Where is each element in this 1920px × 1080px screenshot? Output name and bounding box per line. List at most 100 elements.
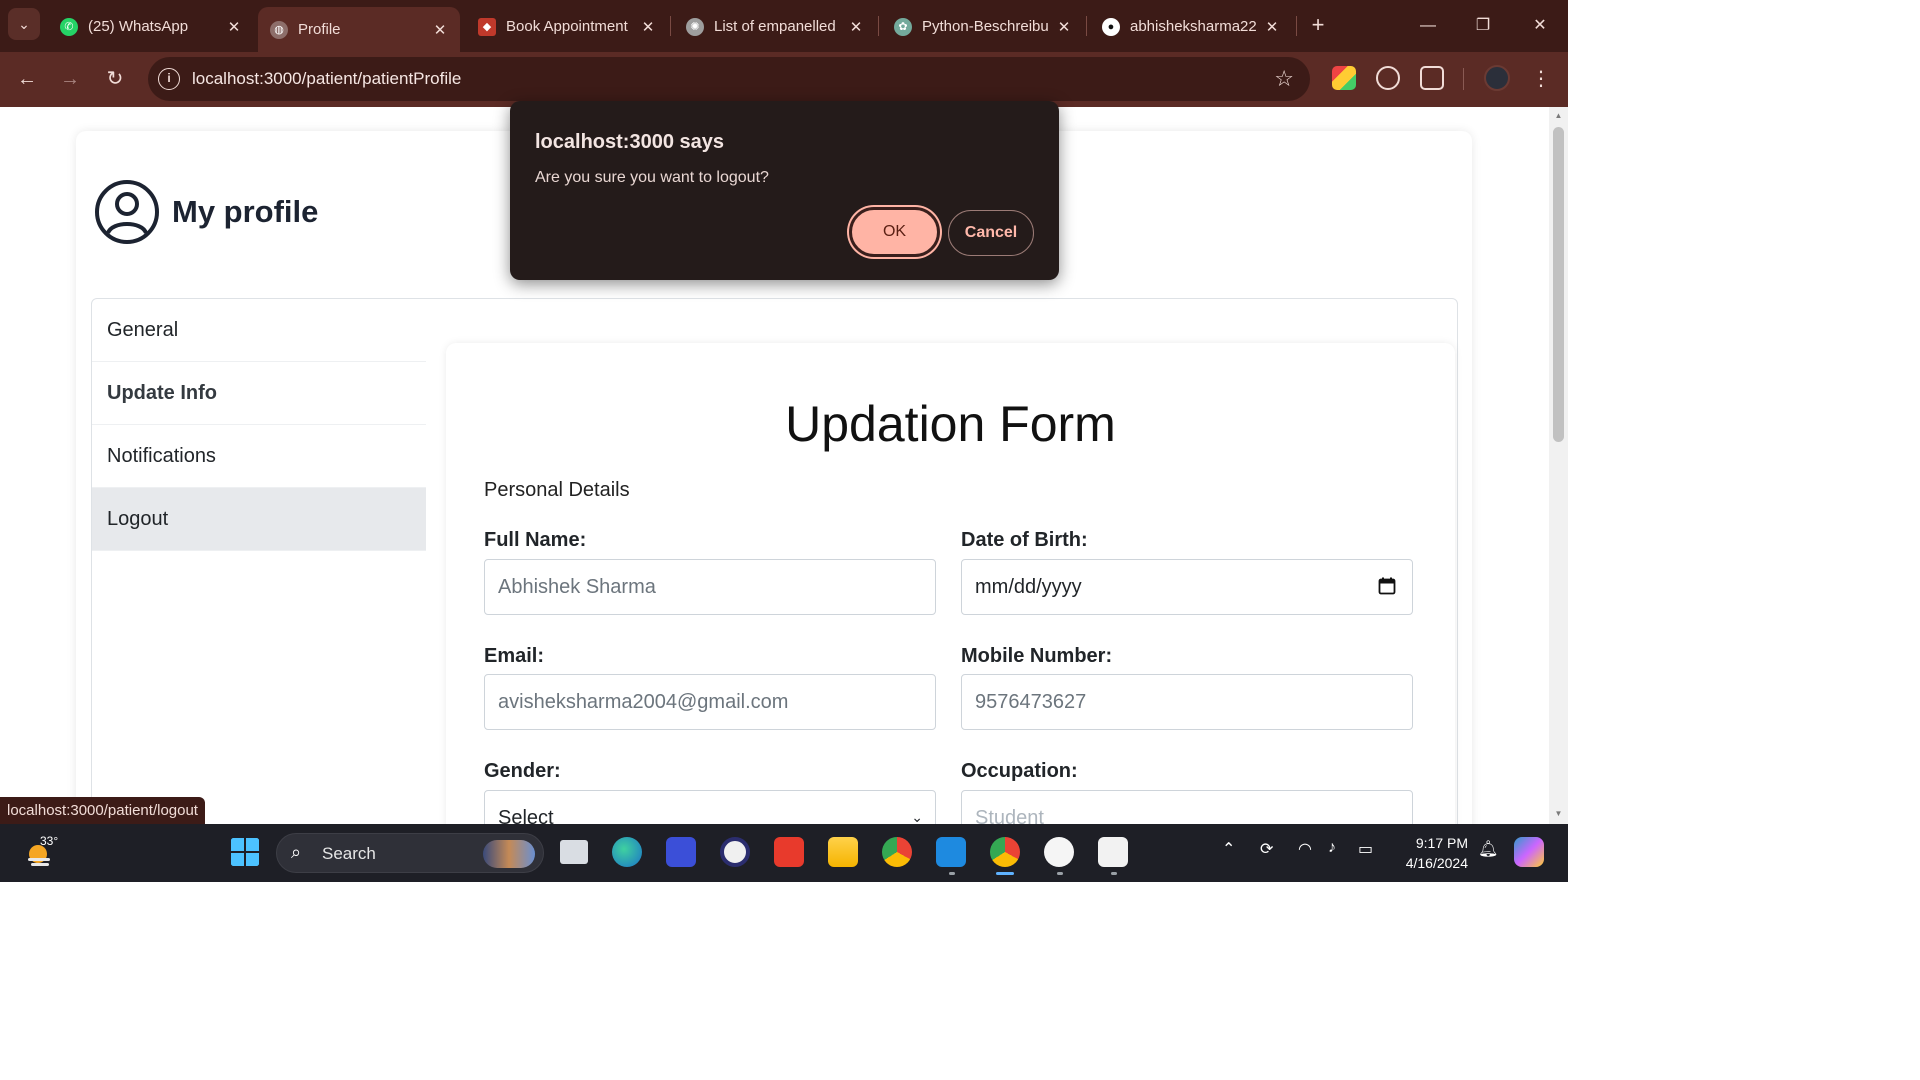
close-tab-icon[interactable]: ✕ <box>1056 18 1072 36</box>
extensions-puzzle-icon[interactable] <box>1420 66 1444 90</box>
windows-taskbar: 33° ⌕ Search ⌃ ⟳ ◠ ♪ ▭ 9:17 PM 4/16/2024… <box>0 824 1568 882</box>
sidebar-item-update-info[interactable]: Update Info <box>92 362 426 425</box>
tab-title: (25) WhatsApp <box>88 18 189 35</box>
volume-icon[interactable]: ♪ <box>1328 839 1336 857</box>
battery-icon[interactable]: ▭ <box>1358 839 1373 859</box>
email-input[interactable]: avisheksharma2004@gmail.com <box>484 674 936 730</box>
app-blue-icon[interactable] <box>666 837 696 867</box>
tab-book-appointment[interactable]: ◆ Book Appointment ✕ <box>466 7 668 46</box>
profile-sidebar: General Update Info Notifications Logout <box>92 299 426 551</box>
section-heading: Personal Details <box>484 479 630 501</box>
address-url[interactable]: localhost:3000/patient/patientProfile <box>192 69 461 89</box>
running-indicator <box>949 872 955 875</box>
tab-search-chevron-icon[interactable]: ⌄ <box>8 8 40 40</box>
profile-avatar[interactable] <box>1484 65 1510 91</box>
full-name-value: Abhishek Sharma <box>498 575 656 598</box>
windows-start-icon[interactable] <box>230 837 260 867</box>
confirm-dialog: localhost:3000 says Are you sure you wan… <box>510 101 1059 280</box>
system-clock[interactable]: 9:17 PM 4/16/2024 <box>1398 833 1468 873</box>
gender-select[interactable]: Select ⌄ <box>484 790 936 824</box>
dob-input[interactable]: mm/dd/yyyy <box>961 559 1413 615</box>
profile-content: General Update Info Notifications Logout… <box>91 298 1458 824</box>
page-scrollbar[interactable]: ▲ ▼ <box>1549 107 1568 824</box>
chrome-icon[interactable] <box>882 837 912 867</box>
email-label: Email: <box>484 645 545 667</box>
tab-list-of-empanelled[interactable]: ✺ List of empanelled ✕ <box>674 7 876 46</box>
tab-whatsapp[interactable]: ✆ (25) WhatsApp ✕ <box>48 7 254 46</box>
email-value: avisheksharma2004@gmail.com <box>498 690 789 713</box>
tab-separator <box>670 16 671 36</box>
tab-profile[interactable]: ◍ Profile ✕ <box>258 7 460 52</box>
task-view-icon[interactable] <box>560 840 588 864</box>
full-name-input[interactable]: Abhishek Sharma <box>484 559 936 615</box>
sidebar-item-general[interactable]: General <box>92 299 426 362</box>
restore-icon[interactable]: ❐ <box>1468 12 1498 40</box>
new-tab-plus-icon[interactable]: + <box>1306 12 1330 40</box>
tray-chevron-up-icon[interactable]: ⌃ <box>1222 839 1235 859</box>
close-tab-icon[interactable]: ✕ <box>848 18 864 36</box>
mobile-value: 9576473627 <box>975 690 1087 713</box>
globe-icon: ◍ <box>270 20 288 39</box>
tab-github[interactable]: ● abhisheksharma22 ✕ <box>1090 7 1292 46</box>
close-window-icon[interactable]: ✕ <box>1525 12 1555 40</box>
browser-tab-bar: ⌄ ✆ (25) WhatsApp ✕ ◍ Profile ✕ ◆ Book A… <box>0 0 1568 52</box>
full-name-label: Full Name: <box>484 529 587 551</box>
toolbar-separator <box>1463 68 1464 90</box>
tab-python-beschreibung[interactable]: ✿ Python-Beschreibu ✕ <box>882 7 1084 46</box>
link-status-bubble: localhost:3000/patient/logout <box>0 797 205 824</box>
gender-value: Select <box>498 807 554 824</box>
calendar-icon[interactable] <box>1378 577 1396 595</box>
notification-bell-icon[interactable]: 🔔︎ <box>1478 839 1498 859</box>
address-bar[interactable]: i localhost:3000/patient/patientProfile … <box>148 57 1310 101</box>
sidebar-item-notifications[interactable]: Notifications <box>92 425 426 488</box>
edge-browser-icon[interactable] <box>612 837 642 867</box>
running-indicator <box>1057 872 1063 875</box>
dob-label: Date of Birth: <box>961 529 1088 551</box>
close-tab-icon[interactable]: ✕ <box>640 18 656 36</box>
snipping-tool-icon[interactable] <box>1098 837 1128 867</box>
page-title: My profile <box>172 194 319 229</box>
sidebar-item-logout[interactable]: Logout <box>92 488 426 551</box>
occupation-label: Occupation: <box>961 760 1078 782</box>
wps-office-icon[interactable] <box>774 837 804 867</box>
profile-header: My profile <box>94 179 318 245</box>
scrollbar-thumb[interactable] <box>1553 127 1564 442</box>
scroll-down-arrow-icon[interactable]: ▼ <box>1554 809 1563 818</box>
bookmark-star-icon[interactable]: ☆ <box>1274 66 1294 92</box>
scroll-up-arrow-icon[interactable]: ▲ <box>1554 111 1563 120</box>
updation-form: Updation Form Personal Details Full Name… <box>446 343 1455 824</box>
extension-colorful-icon[interactable] <box>1332 66 1356 90</box>
cancel-button[interactable]: Cancel <box>948 210 1034 256</box>
wifi-icon[interactable]: ◠ <box>1298 839 1312 859</box>
dialog-title: localhost:3000 says <box>535 131 724 153</box>
running-indicator <box>1111 872 1117 875</box>
close-tab-icon[interactable]: ✕ <box>1264 18 1280 36</box>
user-circle-icon <box>95 180 159 244</box>
forward-arrow-icon[interactable]: → <box>55 64 85 94</box>
close-tab-icon[interactable]: ✕ <box>226 18 242 36</box>
minimize-icon[interactable]: — <box>1413 12 1443 40</box>
chrome-profile-icon[interactable] <box>990 837 1020 867</box>
browser-toolbar: ← → ↻ i localhost:3000/patient/patientPr… <box>0 52 1568 107</box>
whatsapp-icon: ✆ <box>60 17 78 36</box>
ok-button[interactable]: OK <box>849 207 940 257</box>
tab-title: Book Appointment <box>506 18 628 35</box>
book-icon: ◆ <box>478 17 496 36</box>
reload-icon[interactable]: ↻ <box>100 64 130 94</box>
mobile-label: Mobile Number: <box>961 645 1113 667</box>
browser-menu-icon[interactable]: ⋮ <box>1531 64 1551 94</box>
mobile-input[interactable]: 9576473627 <box>961 674 1413 730</box>
copilot-icon[interactable] <box>1514 837 1544 867</box>
taskbar-search[interactable]: ⌕ Search <box>276 833 544 873</box>
vscode-icon[interactable] <box>936 837 966 867</box>
eclipse-icon[interactable] <box>720 837 750 867</box>
mongodb-compass-icon[interactable] <box>1044 837 1074 867</box>
close-tab-icon[interactable]: ✕ <box>432 21 448 39</box>
file-explorer-icon[interactable] <box>828 837 858 867</box>
site-info-icon[interactable]: i <box>158 68 180 90</box>
back-arrow-icon[interactable]: ← <box>12 64 42 94</box>
sync-icon[interactable]: ⟳ <box>1260 839 1273 859</box>
cookie-extension-icon[interactable] <box>1376 66 1400 90</box>
occupation-input[interactable]: Student <box>961 790 1413 824</box>
tab-separator <box>1296 16 1297 36</box>
